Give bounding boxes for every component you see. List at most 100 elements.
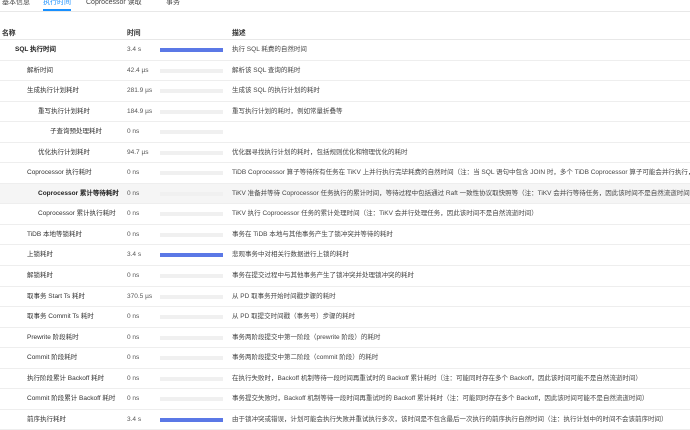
table-row[interactable]: Coprocessor 执行耗时 0 ns TiDB Coprocessor 算子等… (0, 163, 690, 184)
table-row[interactable]: Coprocessor 累计执行耗时 0 ns TiKV 执行 Coprocesso… (0, 204, 690, 225)
row-name: SQL 执行时间 (15, 46, 57, 53)
table-row[interactable]: 执行阶段累计 Backoff 耗时 0 ns 在执行失败时，Backoff 机制等待… (0, 369, 690, 390)
row-time: 370.5 µs (127, 292, 153, 300)
column-header-time: 时间 (127, 30, 141, 37)
time-bar-fill (160, 417, 223, 422)
row-name: 前序执行耗时 (27, 415, 66, 423)
row-time: 0 ns (127, 374, 140, 382)
time-bar-fill (160, 253, 223, 258)
time-bar (160, 274, 223, 279)
time-bar (160, 335, 223, 340)
row-description: 执行 SQL 耗费的自然时间 (232, 46, 307, 53)
table-row[interactable]: 上锁耗时 3.4 s 悲观事务中对相关行数据进行上锁的耗时 (0, 245, 690, 267)
row-name: 生成执行计划耗时 (27, 87, 79, 95)
tab-transaction[interactable]: 事务 (166, 0, 180, 11)
row-description: 事务两阶段提交中第二阶段（commit 阶段）的耗时 (232, 354, 379, 362)
row-time: 281.9 µs (127, 87, 153, 95)
table-row[interactable]: Commit 阶段耗时 0 ns 事务两阶段提交中第二阶段（commit 阶段）的耗… (0, 348, 690, 369)
row-name: 执行阶段累计 Backoff 耗时 (27, 374, 105, 382)
table-row[interactable]: 取事务 Start Ts 耗时 370.5 µs 从 PD 取事务开始时间戳步骤的耗… (0, 287, 690, 308)
row-time: 0 ns (127, 333, 140, 341)
time-bar (160, 68, 223, 73)
time-bar (160, 171, 223, 176)
table-header: 名称 时间 描述 (0, 20, 690, 40)
time-bar (160, 191, 223, 196)
row-time: 94.7 µs (127, 148, 149, 156)
row-time: 184.9 µs (127, 107, 153, 115)
row-time: 0 ns (127, 395, 140, 403)
row-description: 从 PD 取提交时间戳（事务号）步骤的耗时 (232, 313, 356, 321)
time-bar (160, 315, 223, 320)
row-time: 3.4 s (127, 415, 142, 423)
table-row[interactable]: TiDB 本地等锁耗时 0 ns 事务在 TiDB 本地与其他事务产生了锁冲突并等待… (0, 225, 690, 246)
row-description: 由于锁冲突或错误，计划可能会执行失败并重试执行多次，该时间是不包含最后一次执行的… (232, 415, 668, 423)
row-time: 0 ns (127, 230, 140, 238)
table-row[interactable]: Prewrite 阶段耗时 0 ns 事务两阶段提交中第一阶段（prewrite 阶… (0, 328, 690, 349)
row-time: 3.4 s (127, 46, 142, 53)
time-bar (160, 212, 223, 217)
row-description: 事务两阶段提交中第一阶段（prewrite 阶段）的耗时 (232, 333, 381, 341)
row-time: 3.4 s (127, 251, 142, 259)
row-time: 0 ns (127, 128, 140, 136)
time-bar (160, 89, 223, 94)
row-description: 从 PD 取事务开始时间戳步骤的耗时 (232, 292, 336, 300)
tab-coprocessor-read[interactable]: Coprocessor 读取 (86, 0, 142, 11)
row-name: 取事务 Start Ts 耗时 (27, 292, 86, 300)
time-bar (160, 253, 223, 258)
row-name: Coprocessor 执行耗时 (27, 169, 92, 177)
row-name: Commit 阶段累计 Backoff 耗时 (27, 395, 116, 403)
table-row[interactable]: 解析时间 42.4 µs 解析该 SQL 查询的耗时 (0, 61, 690, 82)
row-name: 取事务 Commit Ts 耗时 (27, 313, 94, 321)
row-name: 优化执行计划耗时 (38, 148, 90, 156)
time-bar (160, 150, 223, 155)
time-bar (160, 397, 223, 402)
execution-time-table: SQL 执行时间 3.4 s 执行 SQL 耗费的自然时间 解析时间 42.4 µs 解析… (0, 40, 690, 430)
row-name: 解析时间 (27, 66, 53, 74)
time-bar (160, 376, 223, 381)
column-header-name: 名称 (2, 30, 16, 37)
table-row[interactable]: 重写执行计划耗时 184.9 µs 重写执行计划的耗时，例如常量折叠等 (0, 102, 690, 123)
row-name: 上锁耗时 (27, 251, 53, 259)
row-name: Coprocessor 累计执行耗时 (38, 210, 116, 218)
table-row[interactable]: Coprocessor 累计等待耗时 0 ns TiKV 准备并等待 Coproce… (0, 183, 690, 205)
row-description: 在执行失败时，Backoff 机制等待一段时间再重试时的 Backoff 累计耗… (232, 374, 642, 382)
row-time: 0 ns (127, 354, 140, 362)
row-name: Prewrite 阶段耗时 (27, 333, 79, 341)
row-description: 解析该 SQL 查询的耗时 (232, 66, 301, 74)
row-description: 重写执行计划的耗时，例如常量折叠等 (232, 107, 343, 115)
row-name: Coprocessor 累计等待耗时 (38, 189, 119, 197)
row-description: 事务提交失败时，Backoff 机制等待一段时间再重试时的 Backoff 累计… (232, 395, 649, 403)
time-bar (160, 109, 223, 114)
tab-basic-info[interactable]: 基本信息 (2, 0, 30, 11)
time-bar-fill (160, 48, 223, 52)
table-row[interactable]: 生成执行计划耗时 281.9 µs 生成该 SQL 的执行计划的耗时 (0, 81, 690, 102)
row-time: 0 ns (127, 169, 140, 177)
table-row[interactable]: 取事务 Commit Ts 耗时 0 ns 从 PD 取提交时间戳（事务号）步骤的耗… (0, 307, 690, 328)
table-row[interactable]: 子查询预处理耗时 0 ns (0, 122, 690, 143)
row-description: TiKV 准备并等待 Coprocessor 任务执行的累计时间，等待过程中包括… (232, 189, 690, 197)
time-bar (160, 356, 223, 361)
row-description: 事务在 TiDB 本地与其他事务产生了锁冲突并等待的耗时 (232, 230, 393, 238)
row-description: 事务在提交过程中与其他事务产生了锁冲突并处理锁冲突的耗时 (232, 272, 414, 280)
row-time: 0 ns (127, 313, 140, 321)
table-row[interactable]: 优化执行计划耗时 94.7 µs 优化器寻找执行计划的耗时，包括规则优化和物理优化的… (0, 143, 690, 164)
row-name: 重写执行计划耗时 (38, 107, 90, 115)
row-time: 0 ns (127, 210, 140, 218)
table-row[interactable]: Commit 阶段累计 Backoff 耗时 0 ns 事务提交失败时，Backof… (0, 389, 690, 410)
row-description: 生成该 SQL 的执行计划的耗时 (232, 87, 320, 95)
row-name: TiDB 本地等锁耗时 (27, 230, 83, 238)
time-bar (160, 417, 223, 422)
row-time: 0 ns (127, 272, 140, 280)
table-row[interactable]: 解锁耗时 0 ns 事务在提交过程中与其他事务产生了锁冲突并处理锁冲突的耗时 (0, 266, 690, 287)
tab-execution-time[interactable]: 执行时间 (43, 0, 71, 11)
table-row[interactable]: 前序执行耗时 3.4 s 由于锁冲突或错误，计划可能会执行失败并重试执行多次，该时间… (0, 410, 690, 430)
table-row[interactable]: SQL 执行时间 3.4 s 执行 SQL 耗费的自然时间 (0, 40, 690, 61)
time-bar (160, 48, 223, 52)
tab-bar: 基本信息 执行时间 Coprocessor 读取 事务 (0, 0, 690, 12)
time-bar (160, 294, 223, 299)
row-description: 优化器寻找执行计划的耗时，包括规则优化和物理优化的耗时 (232, 148, 408, 156)
row-time: 42.4 µs (127, 66, 149, 74)
row-name: Commit 阶段耗时 (27, 354, 78, 362)
time-bar (160, 232, 223, 237)
column-header-desc: 描述 (232, 30, 246, 37)
